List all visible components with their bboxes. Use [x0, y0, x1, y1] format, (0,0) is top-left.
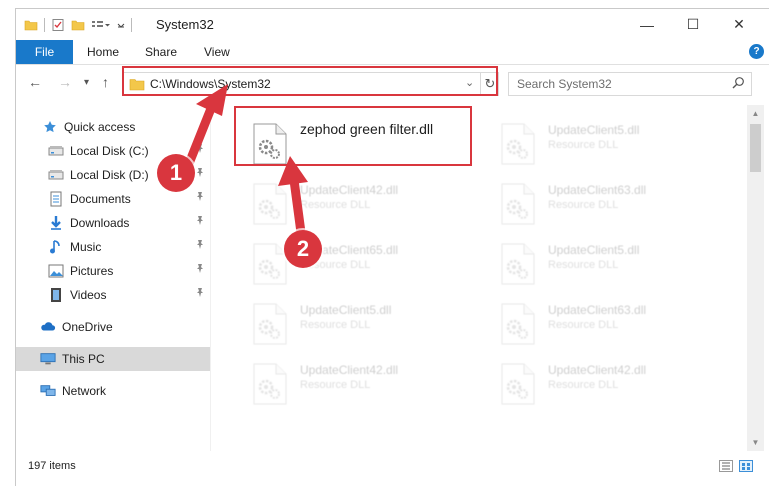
arrow-2 [278, 156, 308, 245]
step-2-badge: 2 [284, 230, 322, 268]
step-1-badge: 1 [157, 154, 195, 192]
arrow-1 [183, 84, 228, 171]
annotation-arrows [183, 84, 308, 245]
